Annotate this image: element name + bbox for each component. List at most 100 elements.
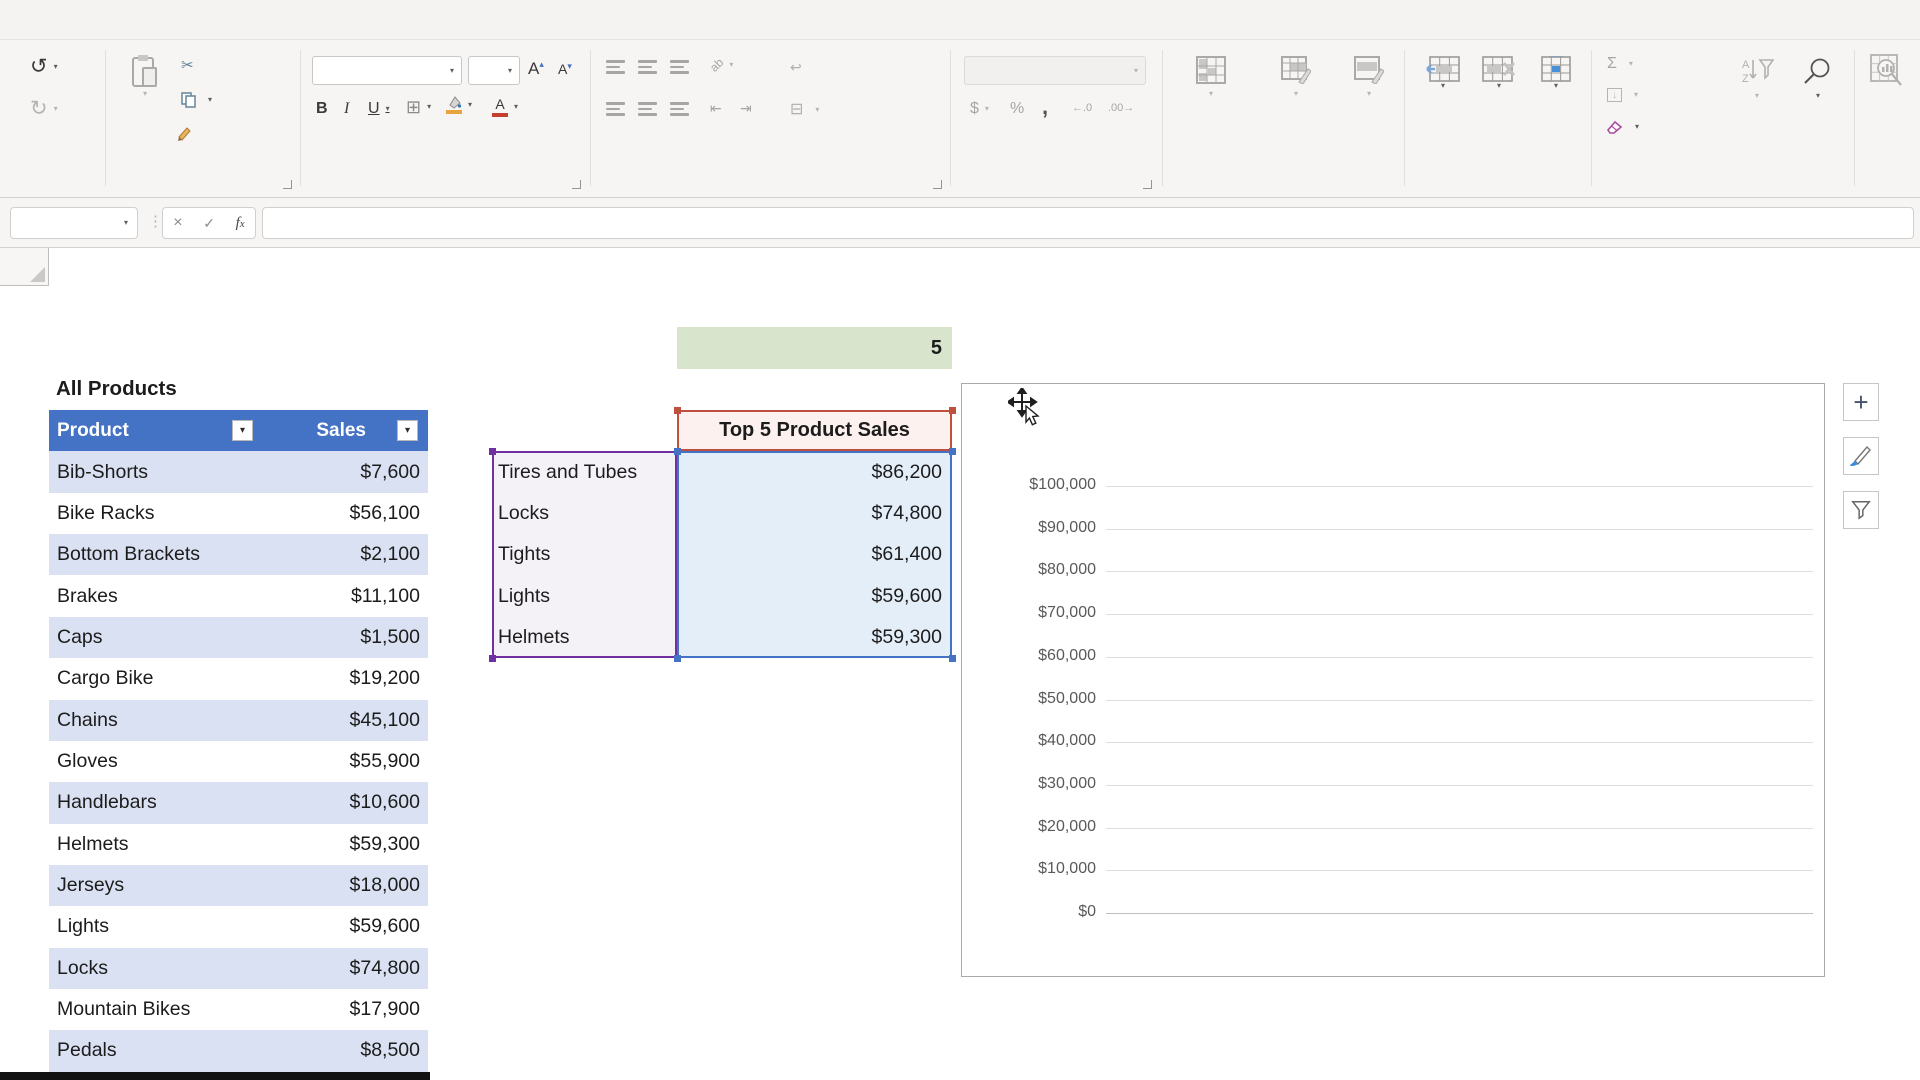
table-row-sales[interactable]: $56,100 — [263, 493, 428, 534]
format-painter-button[interactable] — [177, 126, 199, 142]
delete-cells-button[interactable]: ▾ — [1472, 56, 1526, 90]
table-row-sales[interactable]: $45,100 — [263, 700, 428, 741]
font-color-button[interactable]: A ▾ — [492, 96, 518, 117]
find-select-button[interactable]: ▾ — [1789, 56, 1847, 103]
analyze-data-button[interactable] — [1858, 54, 1916, 88]
name-box[interactable]: ▾ — [10, 207, 138, 239]
table-row-sales[interactable]: $74,800 — [263, 948, 428, 989]
table-row-product[interactable]: Bike Racks — [49, 493, 263, 534]
format-cells-button[interactable]: ▾ — [1528, 56, 1584, 90]
font-name-combo[interactable]: ▾ — [312, 56, 462, 85]
cell-styles-button[interactable]: ▾ — [1338, 56, 1400, 101]
table-row-sales[interactable]: $17,900 — [263, 989, 428, 1030]
table-row-sales[interactable]: $59,600 — [263, 906, 428, 947]
table-row-sales[interactable]: $59,300 — [263, 824, 428, 865]
chart-filters-button[interactable] — [1843, 491, 1879, 529]
select-all-corner[interactable] — [0, 248, 49, 286]
decrease-decimal-button[interactable]: .00→ — [1108, 102, 1134, 114]
number-dialog-launcher[interactable] — [1143, 180, 1152, 189]
table-row-product[interactable]: Caps — [49, 617, 263, 658]
increase-decimal-button[interactable]: ←.0 — [1072, 102, 1092, 114]
table-row-product[interactable]: Chains — [49, 700, 263, 741]
table-row-sales[interactable]: $10,600 — [263, 782, 428, 823]
sales-filter-button[interactable]: ▾ — [397, 420, 418, 441]
align-bottom-button[interactable] — [670, 60, 689, 74]
fill-color-button[interactable]: ▾ — [446, 96, 472, 114]
undo-button[interactable]: ↺▾ — [30, 56, 58, 77]
wrap-text-button[interactable]: ↩ — [790, 60, 808, 74]
increase-font-button[interactable]: A▴ — [528, 59, 544, 79]
table-row-sales[interactable]: $7,600 — [263, 451, 428, 492]
cut-button[interactable]: ✂ — [181, 58, 200, 73]
clipboard-dialog-launcher[interactable] — [283, 180, 292, 189]
italic-button[interactable]: I — [344, 100, 349, 118]
sort-filter-icon: AZ — [1740, 56, 1774, 86]
table-row-product[interactable]: Locks — [49, 948, 263, 989]
table-row-product[interactable]: Pedals — [49, 1030, 263, 1071]
table-row-sales[interactable]: $55,900 — [263, 741, 428, 782]
alignment-dialog-launcher[interactable] — [933, 180, 942, 189]
clear-button[interactable]: ▾ — [1607, 120, 1639, 134]
table-row-product[interactable]: Helmets — [49, 824, 263, 865]
format-as-table-button[interactable]: ▾ — [1258, 56, 1334, 101]
underline-button[interactable]: U▾ — [368, 100, 390, 118]
table-row-product[interactable]: Bottom Brackets — [49, 534, 263, 575]
number-format-combo[interactable]: ▾ — [964, 56, 1146, 85]
chart-elements-button[interactable]: + — [1843, 383, 1879, 421]
drag-dots-icon[interactable]: ⋮ — [148, 212, 163, 230]
percent-icon: % — [1010, 100, 1024, 118]
insert-cells-button[interactable]: ▾ — [1416, 56, 1470, 90]
merge-center-button[interactable]: ⊟▾ — [790, 102, 819, 118]
table-row-sales[interactable]: $1,500 — [263, 617, 428, 658]
table-row-sales[interactable]: $18,000 — [263, 865, 428, 906]
top-n-input-cell[interactable]: 5 — [677, 327, 952, 368]
borders-button[interactable]: ⊞▾ — [406, 98, 431, 116]
top5-values-range[interactable]: $86,200$74,800$61,400$59,600$59,300 — [677, 451, 952, 658]
table-row-product[interactable]: Jerseys — [49, 865, 263, 906]
product-filter-button[interactable]: ▾ — [232, 420, 253, 441]
formula-input[interactable] — [262, 207, 1914, 239]
percent-style-button[interactable]: % — [1010, 100, 1024, 118]
table-row-product[interactable]: Bib-Shorts — [49, 451, 263, 492]
chevron-down-icon: ▾ — [468, 101, 472, 109]
orientation-button[interactable]: ab▾ — [710, 58, 733, 72]
align-top-button[interactable] — [606, 60, 625, 74]
autosum-button[interactable]: Σ▾ — [1607, 56, 1633, 72]
table-row-sales[interactable]: $11,100 — [263, 575, 428, 616]
all-products-label: All Products — [56, 369, 177, 410]
bold-button[interactable]: B — [316, 100, 328, 118]
cancel-icon[interactable]: × — [173, 214, 182, 232]
font-size-combo[interactable]: ▾ — [468, 56, 520, 85]
copy-button[interactable]: ▾ — [181, 92, 212, 108]
increase-indent-button[interactable]: ⇥ — [740, 100, 752, 117]
table-row-product[interactable]: Mountain Bikes — [49, 989, 263, 1030]
align-left-button[interactable] — [606, 102, 625, 116]
decrease-indent-button[interactable]: ⇤ — [710, 100, 722, 117]
top5-names-range[interactable]: Tires and TubesLocksTightsLightsHelmets — [492, 451, 677, 658]
table-row-product[interactable]: Lights — [49, 906, 263, 947]
table-row-sales[interactable]: $8,500 — [263, 1030, 428, 1071]
comma-style-button[interactable]: , — [1042, 94, 1048, 120]
conditional-formatting-button[interactable]: ▾ — [1168, 56, 1254, 101]
table-row-product[interactable]: Handlebars — [49, 782, 263, 823]
table-row-product[interactable]: Brakes — [49, 575, 263, 616]
sort-filter-button[interactable]: AZ ▾ — [1729, 56, 1785, 103]
table-row-product[interactable]: Gloves — [49, 741, 263, 782]
redo-button[interactable]: ↻▾ — [30, 98, 58, 119]
chart[interactable]: $100,000$90,000$80,000$70,000$60,000$50,… — [961, 383, 1825, 977]
decrease-font-button[interactable]: A▾ — [558, 61, 572, 77]
paste-button[interactable]: ▾ — [115, 54, 175, 98]
align-center-button[interactable] — [638, 102, 657, 116]
align-middle-button[interactable] — [638, 60, 657, 74]
fill-button[interactable]: ↓▾ — [1607, 88, 1638, 102]
fx-icon[interactable]: fx — [236, 215, 245, 232]
align-right-button[interactable] — [670, 102, 689, 116]
table-row-sales[interactable]: $2,100 — [263, 534, 428, 575]
chart-styles-button[interactable] — [1843, 437, 1879, 475]
table-row-sales[interactable]: $19,200 — [263, 658, 428, 699]
font-dialog-launcher[interactable] — [572, 180, 581, 189]
enter-icon[interactable]: ✓ — [203, 215, 215, 232]
top5-header-cell[interactable]: Top 5 Product Sales — [677, 410, 952, 451]
table-row-product[interactable]: Cargo Bike — [49, 658, 263, 699]
accounting-format-button[interactable]: $▾ — [970, 100, 989, 118]
